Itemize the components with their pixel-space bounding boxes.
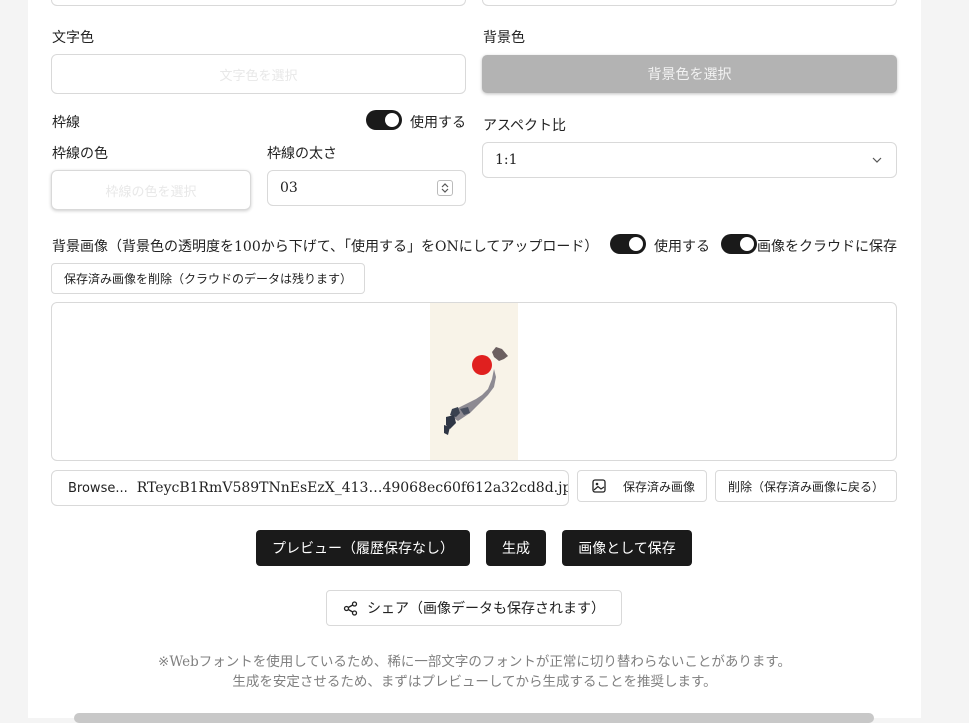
saved-image-label: 保存済み画像: [623, 479, 696, 494]
bg-color-label: 背景色: [483, 30, 525, 46]
note-line-2: 生成を安定させるため、まずはプレビューしてから生成することを推奨します。: [232, 674, 717, 690]
save-image-button[interactable]: 画像として保存: [562, 530, 692, 566]
border-width-input[interactable]: 03: [267, 170, 466, 206]
number-spinner-icon[interactable]: [437, 180, 453, 196]
notes: ※Webフォントを使用しているため、稀に一部文字のフォントが正常に切り替わらない…: [28, 652, 921, 692]
cloud-save-label: 画像をクラウドに保存: [757, 239, 897, 255]
japan-map-image: [444, 347, 508, 435]
toggle-knob: [740, 237, 754, 251]
toggle-knob: [385, 113, 399, 127]
image-preview-box: [51, 302, 897, 461]
aspect-value: 1:1: [495, 152, 518, 168]
settings-panel: 文字色 文字色を選択 背景色 背景色を選択 枠線 使用する 枠線の色 枠線の色を…: [28, 0, 921, 723]
border-color-label: 枠線の色: [52, 146, 108, 162]
preview-image: [430, 303, 518, 460]
share-icon: [343, 600, 358, 616]
browse-label[interactable]: Browse...: [68, 481, 128, 496]
generate-button-label: 生成: [502, 541, 530, 557]
border-color-button[interactable]: 枠線の色を選択: [51, 170, 251, 210]
bottom-element-edge: [74, 713, 874, 723]
file-name: RTeycB1RmV589TNnEsEzX_413…49068ec60f612a…: [136, 480, 569, 496]
delete-image-label: 削除（保存済み画像に戻る）: [727, 479, 884, 494]
delete-saved-image-button[interactable]: 保存済み画像を削除（クラウドのデータは残ります）: [51, 263, 365, 294]
border-label: 枠線: [52, 115, 80, 131]
delete-saved-image-label: 保存済み画像を削除（クラウドのデータは残ります）: [63, 272, 352, 286]
text-color-button[interactable]: 文字色を選択: [51, 54, 466, 94]
delete-image-button[interactable]: 削除（保存済み画像に戻る）: [715, 470, 897, 502]
bg-image-label: 背景画像（背景色の透明度を100から下げて、「使用する」をONにしてアップロード…: [52, 239, 599, 255]
image-icon: [592, 479, 606, 493]
generate-button[interactable]: 生成: [486, 530, 546, 566]
toggle-knob: [629, 237, 643, 251]
bg-image-use-label: 使用する: [654, 239, 710, 255]
text-color-button-label: 文字色を選択: [219, 68, 298, 84]
aspect-label: アスペクト比: [483, 118, 567, 134]
border-color-button-label: 枠線の色を選択: [105, 184, 197, 200]
border-toggle[interactable]: [366, 110, 402, 130]
share-button-label: シェア（画像データも保存されます）: [367, 601, 605, 617]
save-image-button-label: 画像として保存: [578, 541, 676, 557]
border-width-label: 枠線の太さ: [267, 146, 337, 162]
share-button[interactable]: シェア（画像データも保存されます）: [326, 590, 622, 626]
previous-field-left[interactable]: [51, 0, 466, 6]
bg-color-button-label: 背景色を選択: [647, 67, 732, 83]
file-input[interactable]: Browse... RTeycB1RmV589TNnEsEzX_413…4906…: [51, 470, 569, 506]
border-toggle-label: 使用する: [410, 115, 466, 131]
aspect-select[interactable]: 1:1: [482, 142, 897, 178]
text-color-label: 文字色: [52, 30, 94, 46]
preview-button-label: プレビュー（履歴保存なし）: [272, 541, 454, 557]
chevron-down-icon: [872, 157, 882, 163]
cloud-save-toggle[interactable]: [721, 234, 757, 254]
bg-color-button[interactable]: 背景色を選択: [482, 55, 897, 93]
previous-field-right[interactable]: [482, 0, 897, 6]
preview-button[interactable]: プレビュー（履歴保存なし）: [256, 530, 470, 566]
border-width-value: 03: [280, 180, 298, 196]
note-line-1: ※Webフォントを使用しているため、稀に一部文字のフォントが正常に切り替わらない…: [158, 654, 791, 670]
bg-image-use-toggle[interactable]: [610, 234, 646, 254]
saved-image-button[interactable]: 保存済み画像: [577, 470, 707, 502]
